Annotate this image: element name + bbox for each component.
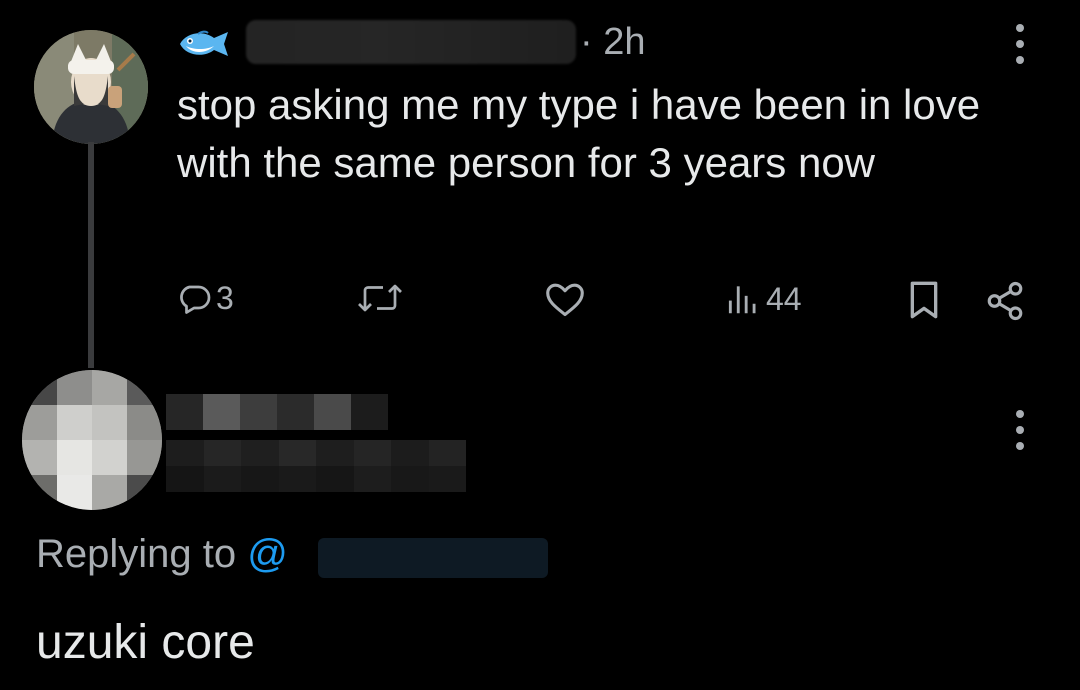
views-analytics-icon: [728, 286, 756, 314]
thread-connector-line: [88, 142, 94, 368]
reply-count: 3: [216, 280, 234, 316]
share-button[interactable]: [984, 280, 1026, 322]
reply-avatar[interactable]: [22, 370, 162, 510]
share-nodes-icon: [987, 281, 1023, 321]
dot-icon: [1016, 410, 1024, 418]
dot-icon: [1016, 442, 1024, 450]
reply-button[interactable]: 3: [176, 280, 234, 317]
retweet-icon: [358, 284, 402, 312]
tweet-body-text: stop asking me my type i have been in lo…: [177, 81, 981, 186]
mention-link[interactable]: @: [247, 532, 288, 576]
display-name-redaction: [246, 20, 576, 64]
dot-icon: [1016, 56, 1024, 64]
mention-handle-redaction: [318, 538, 548, 578]
heart-icon: [546, 283, 584, 317]
views-count: 44: [766, 280, 802, 317]
tweet-timestamp[interactable]: · 2h: [580, 20, 645, 64]
reply-display-name-redaction: [166, 394, 388, 430]
dot-icon: [1016, 426, 1024, 434]
avatar-illustration: [34, 30, 148, 144]
avatar-pixelation: [22, 370, 162, 510]
bookmark-button[interactable]: [906, 280, 942, 320]
replying-to-line: Replying to @: [36, 530, 288, 578]
dot-icon: [1016, 24, 1024, 32]
replying-to-label: Replying to: [36, 532, 248, 576]
like-button[interactable]: [544, 280, 590, 318]
bookmark-icon: [910, 281, 938, 319]
retweet-button[interactable]: [356, 280, 408, 316]
views-button[interactable]: 44: [724, 280, 802, 318]
reply-body-text: uzuki core: [36, 616, 255, 669]
reply-more-options-button[interactable]: [1010, 410, 1030, 450]
reply-bubble-icon: [180, 285, 211, 314]
dot-icon: [1016, 40, 1024, 48]
fish-emoji-icon: [176, 28, 232, 65]
avatar[interactable]: [34, 30, 148, 144]
more-options-button[interactable]: [1010, 24, 1030, 64]
reply-handle-redaction: [166, 440, 466, 492]
